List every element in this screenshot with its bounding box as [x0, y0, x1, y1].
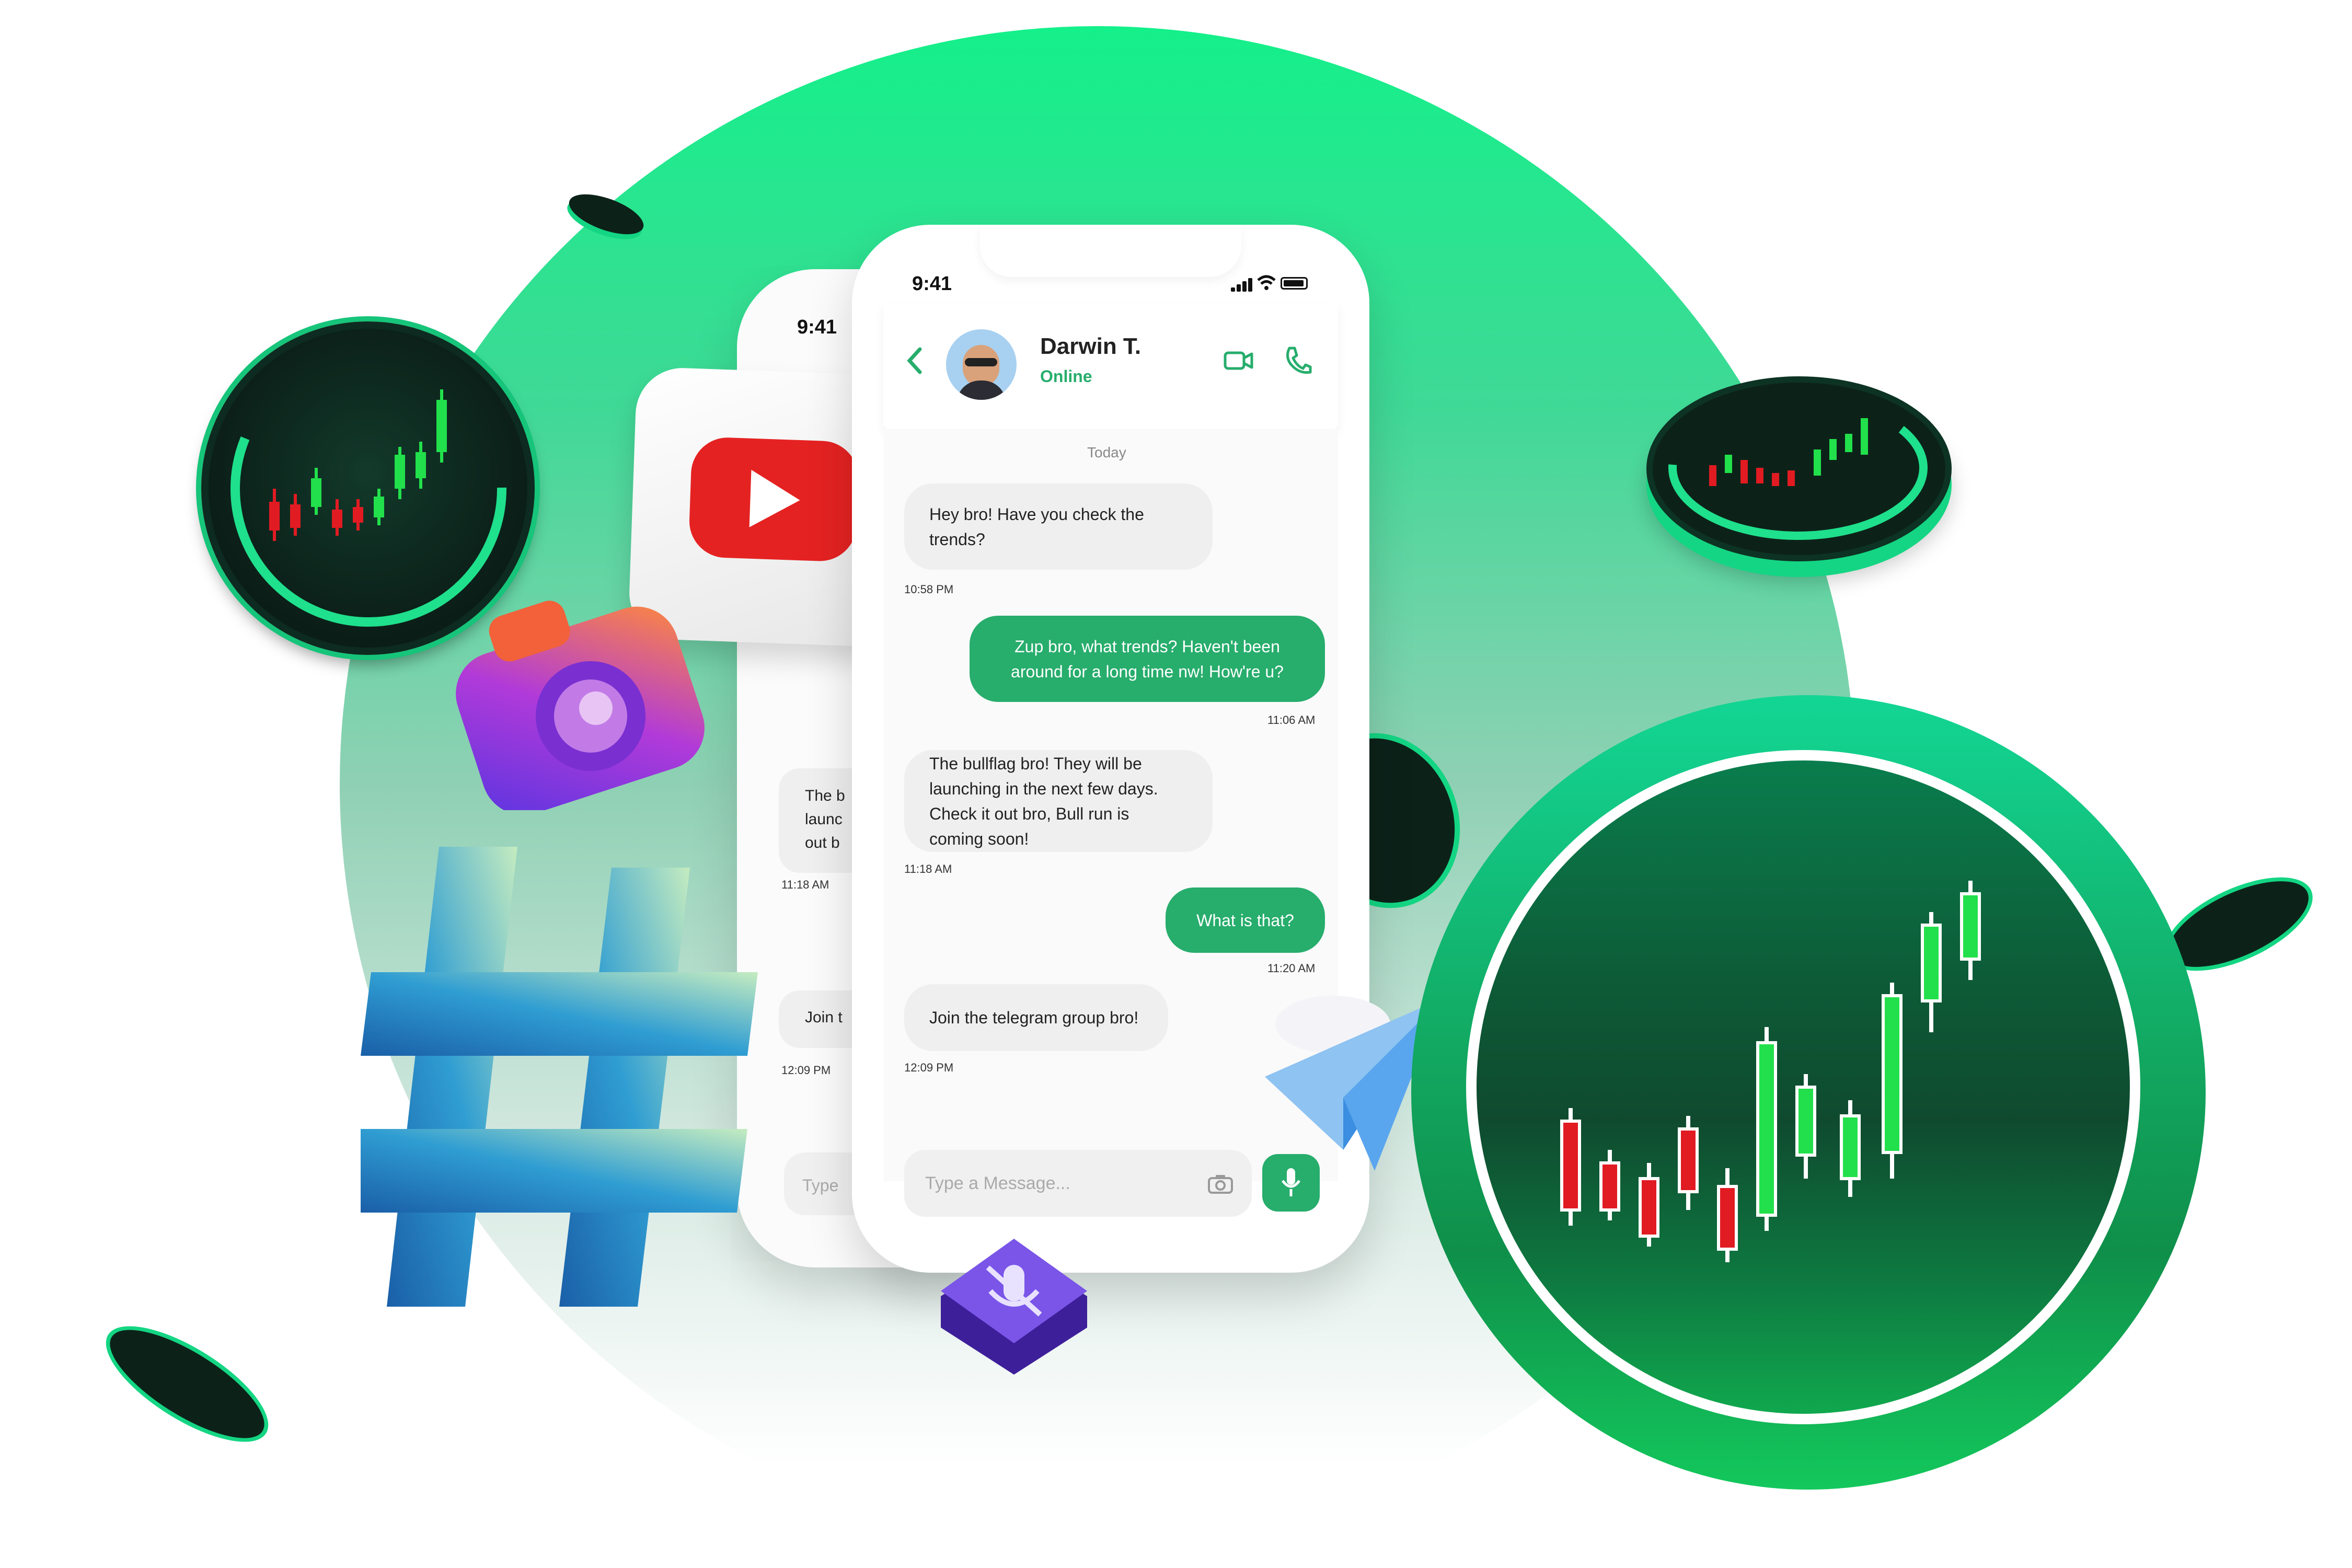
chart-coin-face: [1466, 750, 2140, 1424]
wifi-icon: [1257, 275, 1276, 291]
day-label: Today: [1087, 444, 1126, 460]
signal-icon: [1231, 277, 1252, 292]
message-bubble: Join the telegram group bro!: [904, 984, 1168, 1051]
timestamp: 11:20 AM: [1267, 962, 1316, 975]
camera-icon[interactable]: [1207, 1173, 1233, 1194]
phone-notch: [980, 225, 1241, 277]
video-call-icon[interactable]: [1223, 348, 1254, 374]
message-bubble: Hey bro! Have you check the trends?: [904, 483, 1213, 570]
microphone-icon: [920, 1218, 1108, 1380]
contact-status: Online: [1040, 367, 1092, 386]
chart-coin-icon: [89, 1305, 285, 1463]
message-text: Hey bro! Have you check the trends?: [929, 504, 1144, 549]
avatar[interactable]: [946, 329, 1017, 400]
timestamp: 11:06 AM: [1267, 713, 1316, 727]
instagram-camera-icon: [455, 564, 727, 815]
input-placeholder: Type: [802, 1176, 839, 1195]
timestamp: 11:18 AM: [904, 862, 952, 875]
phone-call-icon[interactable]: [1283, 345, 1312, 376]
message-bubble: The bullflag bro! They will be launching…: [904, 750, 1213, 852]
message-bubble: Zup bro, what trends? Haven't been aroun…: [970, 616, 1325, 702]
candlestick-chart-icon: [1560, 881, 1981, 1262]
timestamp: 11:18 AM: [781, 878, 829, 891]
message-text: Join t: [805, 1009, 843, 1026]
contact-name: Darwin T.: [1040, 333, 1142, 359]
message-bubble: What is that?: [1166, 887, 1325, 953]
message-text: The bullflag bro! They will be launching…: [929, 754, 1158, 848]
back-arrow-icon[interactable]: [904, 345, 925, 376]
timestamp: 12:09 PM: [781, 1064, 831, 1077]
chart-coin-icon: [1668, 396, 1928, 540]
status-time: 9:41: [912, 273, 952, 295]
message-text: The b launc out b: [805, 787, 845, 851]
timestamp: 12:09 PM: [904, 1061, 954, 1074]
chat-header: Darwin T. Online: [883, 303, 1338, 429]
chart-coin-icon: [1411, 695, 2206, 1490]
input-placeholder: Type a Message...: [925, 1173, 1070, 1193]
hashtag-icon: [361, 836, 779, 1322]
battery-icon: [1281, 277, 1308, 290]
message-text: What is that?: [1196, 910, 1294, 930]
message-text: Join the telegram group bro!: [929, 1008, 1139, 1027]
status-time: 9:41: [797, 316, 837, 338]
message-text: Zup bro, what trends? Haven't been aroun…: [1011, 637, 1284, 681]
timestamp: 10:58 PM: [904, 583, 954, 596]
